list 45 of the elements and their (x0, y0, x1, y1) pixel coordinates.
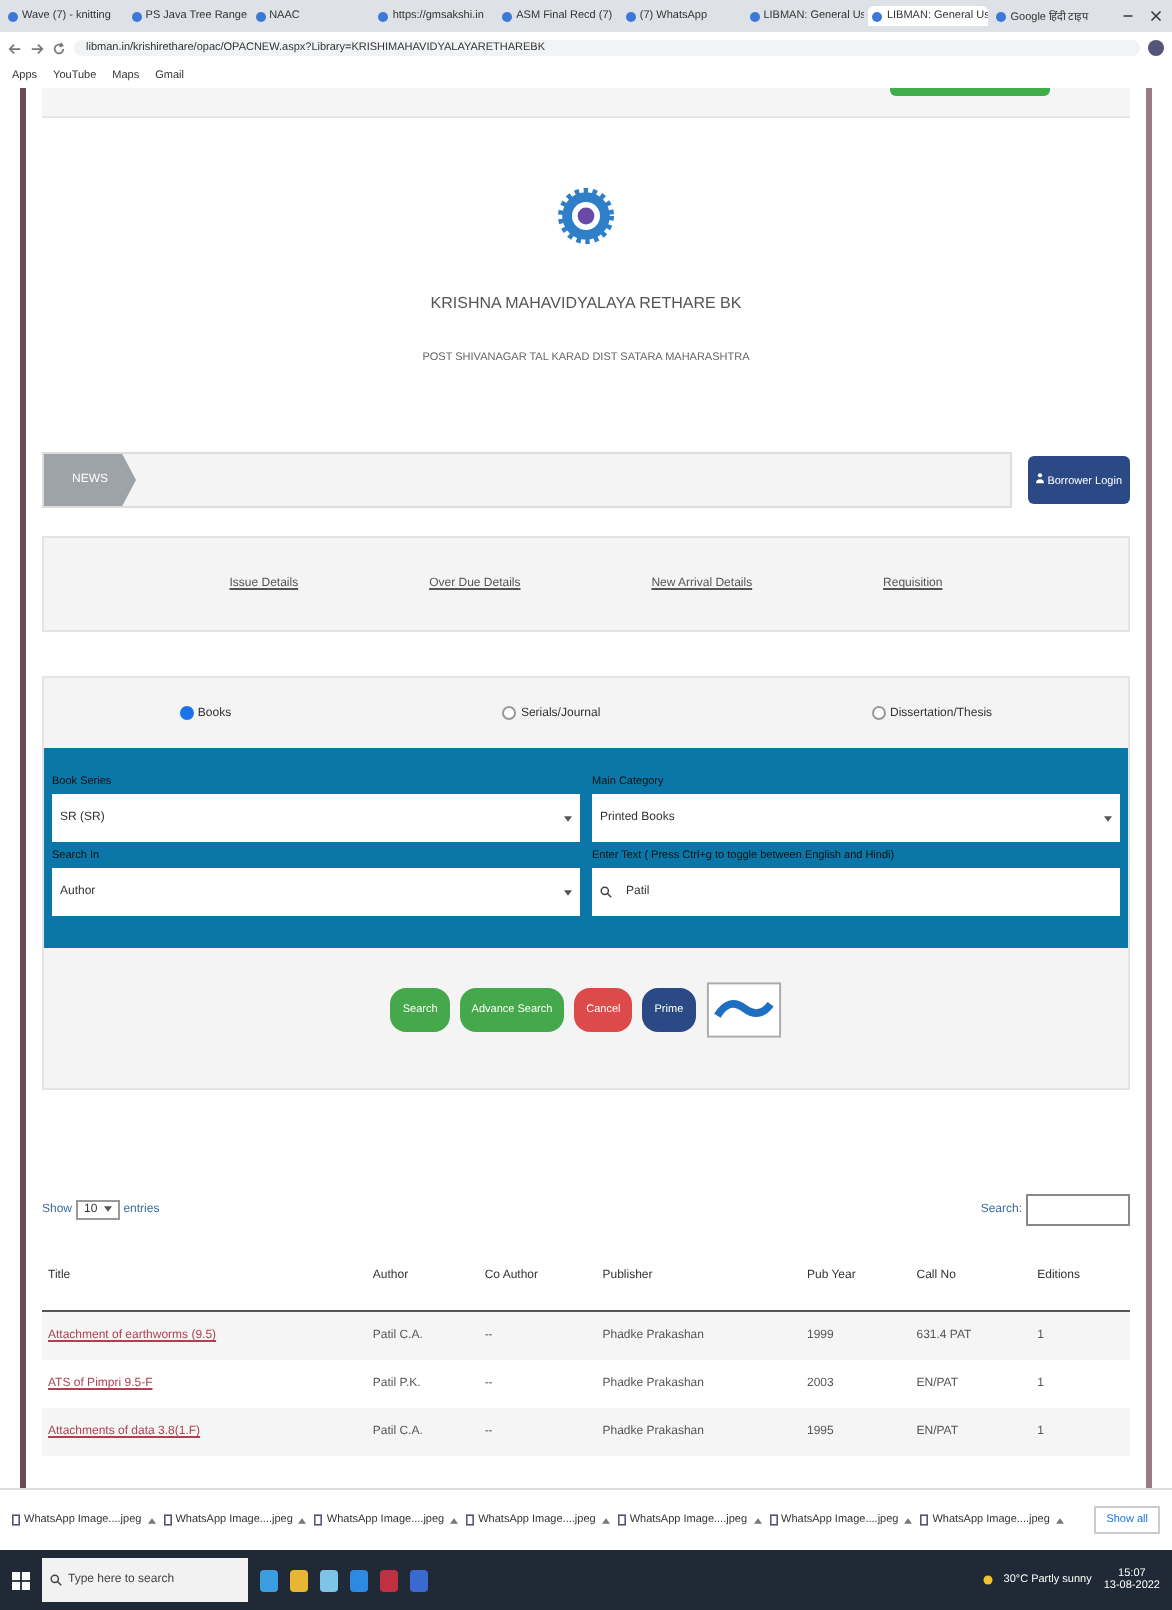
caret-icon[interactable] (298, 1517, 307, 1523)
minimize-icon[interactable] (1122, 10, 1135, 22)
college-name: KRISHNA MAHAVIDYALAYA RETHARE BK (430, 294, 742, 312)
file-icon (769, 1514, 778, 1526)
close-icon[interactable] (1150, 10, 1163, 22)
favicon-icon (749, 11, 760, 21)
caret-icon[interactable] (1055, 1517, 1064, 1523)
taskbar-app-icon[interactable] (290, 1569, 308, 1591)
favicon-icon (502, 11, 513, 21)
forward-icon[interactable] (30, 41, 44, 55)
file-icon (163, 1514, 172, 1526)
reload-icon[interactable] (52, 41, 66, 55)
file-icon (920, 1514, 929, 1526)
caret-icon[interactable] (147, 1517, 156, 1523)
user-icon[interactable] (1035, 472, 1044, 484)
favicon-icon (378, 11, 389, 21)
favicon-icon (872, 11, 883, 21)
caret-icon[interactable] (564, 889, 572, 895)
favicon-icon (255, 11, 266, 21)
file-icon (12, 1514, 20, 1526)
caret-icon[interactable] (1104, 815, 1112, 821)
favicon-icon (8, 11, 18, 21)
windows-start-icon[interactable] (12, 1571, 30, 1589)
back-icon[interactable] (8, 41, 22, 55)
table-search-field[interactable] (1026, 1194, 1130, 1226)
taskbar-app-icon[interactable] (320, 1569, 338, 1591)
profile-avatar-icon[interactable] (1148, 40, 1164, 56)
caret-icon[interactable] (103, 1206, 112, 1212)
favicon-icon (625, 11, 636, 21)
caret-icon[interactable] (601, 1517, 610, 1523)
course-logo-icon[interactable] (705, 980, 782, 1040)
caret-icon[interactable] (450, 1517, 459, 1523)
search-icon (600, 886, 612, 898)
taskbar-app-icon[interactable] (350, 1569, 368, 1591)
caret-icon[interactable] (753, 1517, 762, 1523)
caret-icon[interactable] (904, 1517, 913, 1523)
favicon-icon (131, 11, 142, 21)
file-icon (466, 1514, 475, 1526)
favicon-icon (996, 11, 1007, 21)
file-icon (314, 1514, 323, 1526)
caret-icon[interactable] (564, 815, 572, 821)
search-icon (50, 1574, 62, 1586)
file-icon (617, 1514, 626, 1526)
weather-sun-icon[interactable] (981, 1574, 994, 1586)
taskbar-app-icon[interactable] (260, 1569, 278, 1591)
